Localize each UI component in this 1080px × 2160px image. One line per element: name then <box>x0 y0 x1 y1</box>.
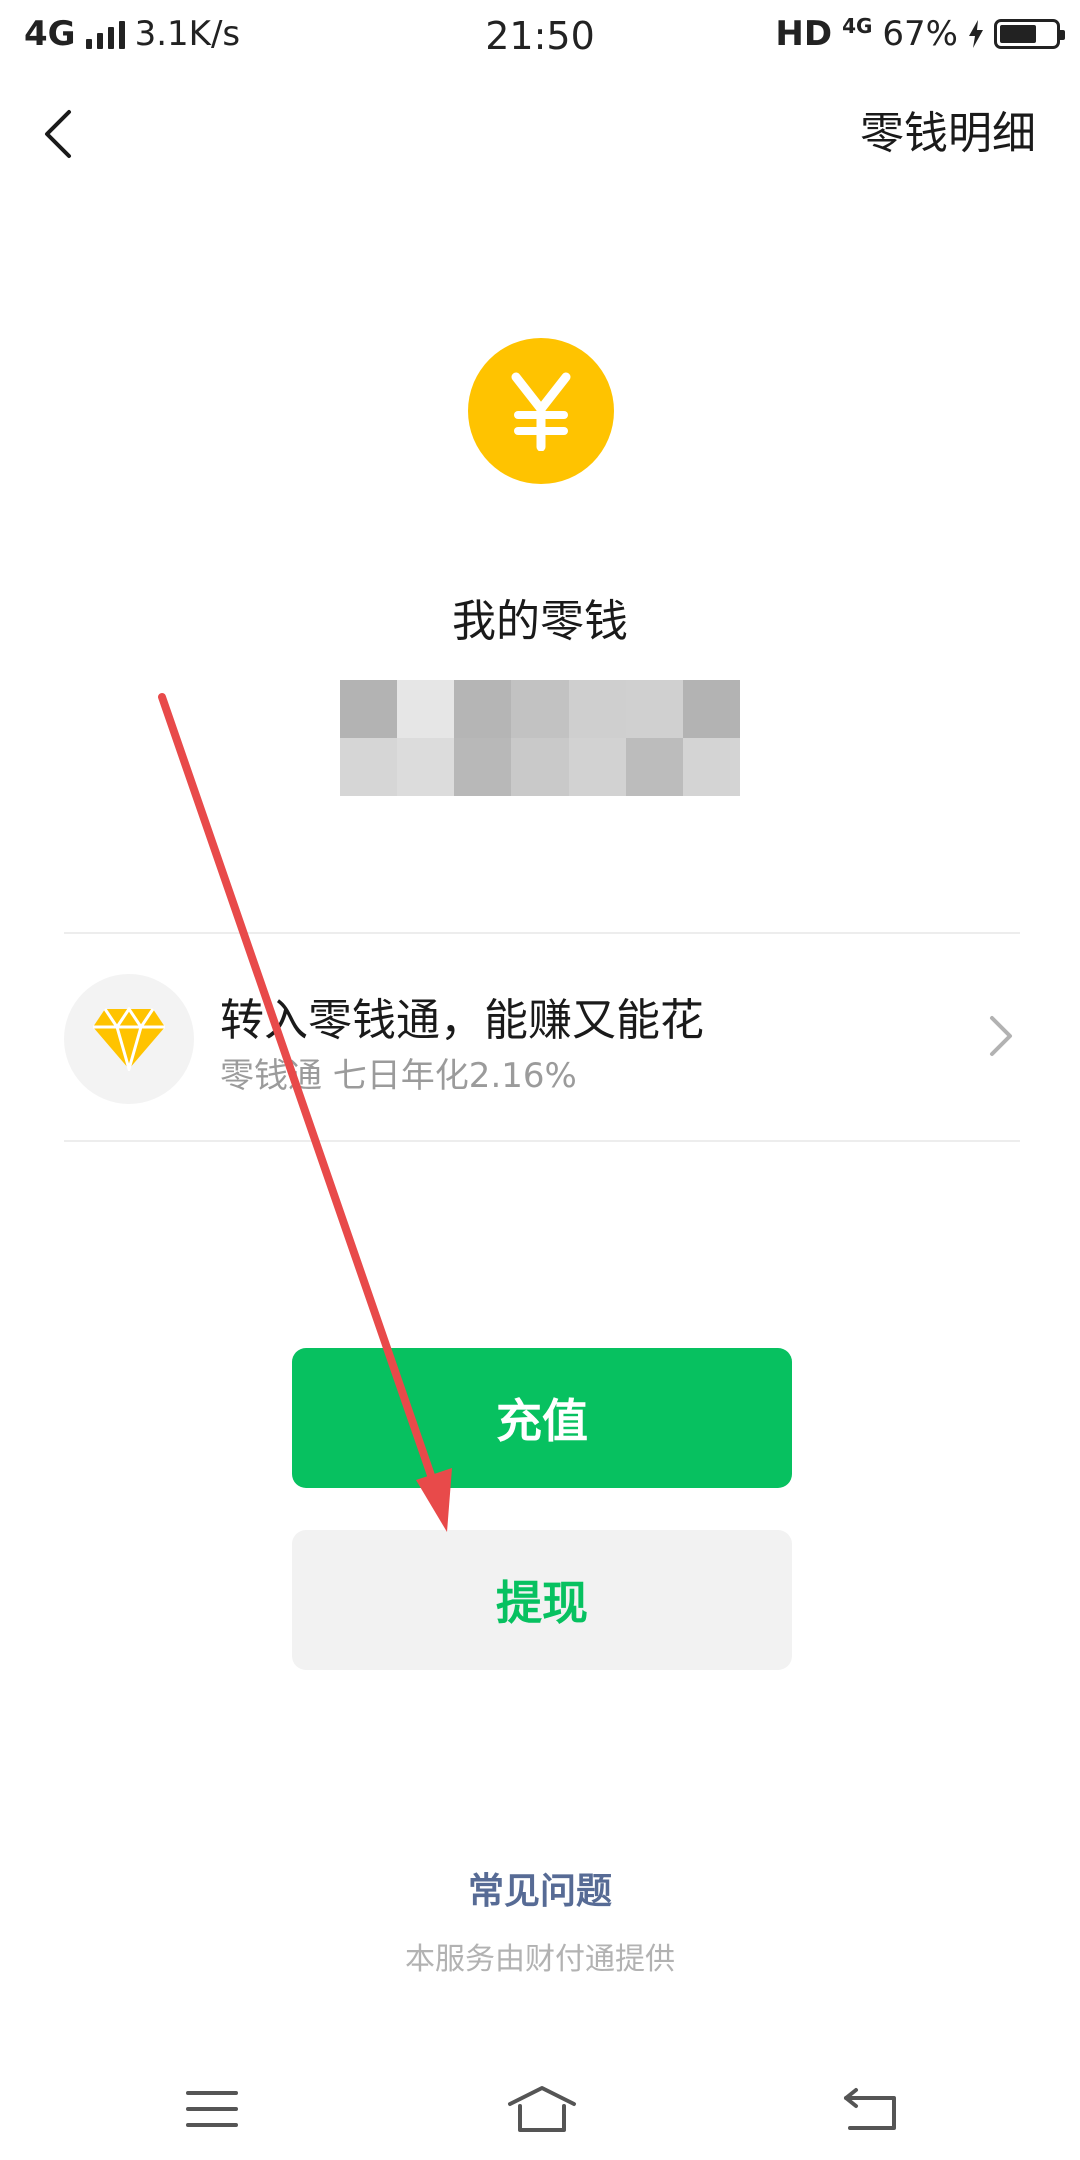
divider-bottom <box>64 1140 1020 1142</box>
home-button[interactable] <box>502 2074 582 2144</box>
withdraw-button[interactable]: 提现 <box>292 1530 792 1670</box>
status-right: HD 4G 67% <box>775 14 1065 54</box>
promo-title: 转入零钱通，能赚又能花 <box>220 995 704 1046</box>
recharge-button[interactable]: 充值 <box>292 1348 792 1488</box>
system-nav-bar <box>0 2060 1080 2160</box>
charging-icon <box>969 20 983 48</box>
chevron-left-icon <box>45 110 71 158</box>
promo-subtitle: 零钱通 七日年化2.16% <box>220 1056 577 1096</box>
return-icon <box>844 2088 896 2130</box>
battery-icon <box>994 19 1065 49</box>
status-bar: 4G 3.1K/s 21:50 HD 4G 67% <box>0 0 1080 76</box>
yuan-icon <box>511 372 571 451</box>
hd-indicator: HD <box>775 14 833 54</box>
menu-button[interactable] <box>172 2074 252 2144</box>
battery-percent: 67% <box>882 14 958 54</box>
chevron-right-icon <box>990 1016 1012 1056</box>
back-system-button[interactable] <box>832 2074 912 2144</box>
yuan-coin-icon <box>468 338 614 484</box>
network-type-secondary: 4G <box>842 14 873 38</box>
menu-icon <box>186 2091 238 2127</box>
battery-level <box>1000 25 1037 43</box>
faq-link[interactable]: 常见问题 <box>0 1862 1080 1914</box>
lingqiantong-promo-row[interactable]: 转入零钱通，能赚又能花 零钱通 七日年化2.16% <box>64 934 1020 1140</box>
balance-amount-masked <box>340 680 740 796</box>
nav-bar: 零钱明细 <box>0 86 1080 182</box>
provider-note: 本服务由财付通提供 <box>405 1942 675 1977</box>
back-button[interactable] <box>28 104 88 164</box>
diamond-icon <box>64 974 194 1104</box>
change-detail-link[interactable]: 零钱明细 <box>860 104 1036 164</box>
balance-title: 我的零钱 <box>452 596 628 647</box>
home-icon <box>508 2086 576 2132</box>
